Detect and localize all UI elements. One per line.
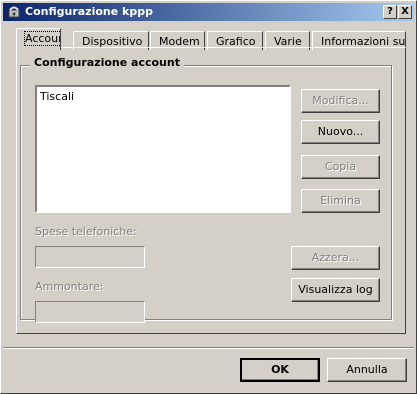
- ammontare-label: Ammontare:: [35, 280, 104, 293]
- nuovo-button[interactable]: Nuovo...: [301, 120, 380, 144]
- footer-separator: [3, 347, 414, 349]
- elimina-button[interactable]: Elimina: [301, 189, 380, 213]
- annulla-button[interactable]: Annulla: [327, 358, 407, 382]
- modifica-button[interactable]: Modifica...: [301, 89, 380, 113]
- spese-telefoniche-field: [35, 246, 145, 268]
- account-list[interactable]: Tiscali: [35, 85, 291, 213]
- account-group-title: Configurazione account: [30, 56, 184, 69]
- spese-telefoniche-label: Spese telefoniche:: [35, 225, 137, 238]
- copia-button[interactable]: Copia: [301, 155, 380, 179]
- visualizza-log-button[interactable]: Visualizza log: [291, 278, 380, 302]
- ok-button[interactable]: OK: [240, 358, 320, 382]
- ammontare-field: [35, 301, 145, 323]
- help-button[interactable]: ?: [383, 5, 397, 19]
- tab-account[interactable]: Account: [16, 28, 61, 50]
- azzera-button[interactable]: Azzera...: [291, 246, 380, 270]
- list-item[interactable]: Tiscali: [40, 90, 74, 103]
- window-title: Configurazione kppp: [25, 5, 153, 18]
- kppp-app-icon: [8, 6, 20, 18]
- close-button[interactable]: X: [398, 5, 412, 19]
- title-bar[interactable]: Configurazione kppp ? X: [3, 3, 414, 21]
- dialog-window: Configurazione kppp ? X Account Disposit…: [0, 0, 417, 394]
- tab-account-label: Account: [23, 31, 60, 46]
